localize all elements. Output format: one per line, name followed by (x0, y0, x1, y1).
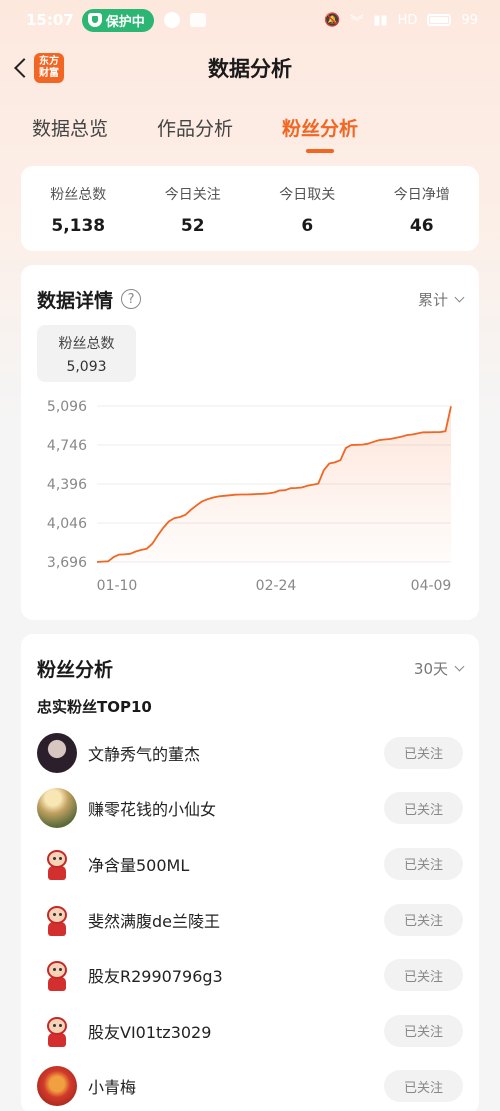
fan-name[interactable]: 斐然满腹de兰陵王 (88, 908, 384, 932)
avatar[interactable] (37, 843, 77, 884)
notification-dot-icon (163, 12, 180, 28)
summary-label: 今日关注 (164, 187, 221, 203)
fan-row[interactable]: 文静秀气的董杰 已关注 (37, 725, 463, 781)
mute-icon: 🔕 (324, 12, 341, 28)
chevron-down-icon (454, 661, 465, 671)
logo-text-bottom: 财富 (39, 68, 59, 79)
y-tick-label: 4,396 (47, 477, 87, 493)
back-arrow-icon[interactable] (10, 52, 32, 84)
summary-total-fans: 粉丝总数 5,138 (21, 166, 136, 251)
status-icons: 🔕 ︾ ▮▮ HD 99 (324, 11, 478, 30)
tab-fans[interactable]: 粉丝分析 (282, 114, 358, 141)
app-logo: 东方 财富 (34, 53, 64, 83)
avatar[interactable] (37, 732, 77, 773)
tab-bar: 数据总览 作品分析 粉丝分析 (0, 96, 500, 158)
battery-icon (427, 14, 452, 26)
clock: 15:07 (26, 11, 74, 29)
followed-button[interactable]: 已关注 (384, 847, 463, 880)
fan-name[interactable]: 股友VI01tz3029 (88, 1019, 384, 1043)
tab-overview[interactable]: 数据总览 (32, 114, 108, 141)
fan-row[interactable]: 小青梅 已关注 (37, 1059, 463, 1111)
period-dropdown[interactable]: 30天 (413, 658, 465, 679)
tab-works[interactable]: 作品分析 (157, 114, 233, 141)
page-title: 数据分析 (208, 57, 292, 81)
fans-title: 粉丝分析 (37, 658, 114, 681)
followed-button[interactable]: 已关注 (384, 1014, 463, 1047)
summary-value: 52 (180, 216, 205, 236)
followed-button[interactable]: 已关注 (384, 959, 463, 992)
fan-row[interactable]: 斐然满腹de兰陵王 已关注 (37, 892, 463, 948)
y-tick-label: 5,096 (47, 399, 87, 415)
y-tick-label: 4,746 (47, 438, 87, 454)
fan-row[interactable]: 股友R2990796g3 已关注 (37, 947, 463, 1003)
chart-tooltip: 粉丝总数 5,093 (37, 325, 136, 382)
protection-label: 保护中 (105, 14, 145, 30)
top-nav: 东方 财富 数据分析 (0, 40, 500, 96)
protection-badge[interactable]: 保护中 (81, 8, 154, 32)
summary-today-follow: 今日关注 52 (136, 166, 251, 251)
summary-value: 5,138 (51, 216, 106, 236)
summary-card: 粉丝总数 5,138 今日关注 52 今日取关 6 今日净增 46 (21, 166, 479, 251)
tooltip-value: 5,093 (66, 359, 107, 375)
x-tick-label: 01-10 (97, 578, 138, 594)
data-detail-card: 5,096 4,746 4,396 4,046 3,696 01-10 02-24 04-09… (21, 265, 479, 620)
app-notification-icon (189, 13, 206, 27)
summary-today-unfollow: 今日取关 6 (250, 166, 365, 251)
fan-name[interactable]: 赚零花钱的小仙女 (88, 796, 384, 820)
signal-icon: ▮▮ (373, 12, 388, 28)
fan-name[interactable]: 小青梅 (88, 1074, 384, 1098)
summary-value: 6 (301, 216, 314, 236)
avatar[interactable] (37, 899, 77, 940)
summary-value: 46 (409, 216, 434, 236)
network-label: HD (397, 12, 418, 28)
avatar[interactable] (37, 955, 77, 996)
x-tick-label: 04-09 (411, 578, 452, 594)
tooltip-label: 粉丝总数 (58, 336, 115, 352)
avatar[interactable] (37, 788, 77, 829)
summary-label: 粉丝总数 (50, 187, 107, 203)
y-tick-label: 3,696 (47, 555, 87, 571)
y-tick-label: 4,046 (47, 516, 87, 532)
summary-label: 今日净增 (393, 187, 450, 203)
logo-text-top: 东方 (39, 56, 59, 67)
followed-button[interactable]: 已关注 (384, 903, 463, 936)
battery-level: 99 (461, 12, 478, 28)
x-tick-label: 02-24 (256, 578, 297, 594)
shield-icon (87, 13, 102, 27)
fans-analysis-card: 粉丝分析 30天 忠实粉丝TOP10 文静秀气的董杰 已关注 赚零花钱的小仙女 已关注… (21, 634, 479, 1111)
status-bar: 15:07 保护中 🔕 ︾ ▮▮ HD 99 (0, 0, 500, 40)
followed-button[interactable]: 已关注 (384, 792, 463, 825)
fans-line-chart: 5,096 4,746 4,396 4,046 3,696 01-10 02-24 04-09 (47, 399, 452, 594)
fan-name[interactable]: 股友R2990796g3 (88, 963, 384, 987)
fan-row[interactable]: 净含量500ML 已关注 (37, 836, 463, 892)
followed-button[interactable]: 已关注 (384, 736, 463, 769)
fans-header: 粉丝分析 30天 (21, 634, 479, 682)
fan-name[interactable]: 文静秀气的董杰 (88, 741, 384, 765)
avatar[interactable] (37, 1066, 77, 1107)
top-fans-subtitle: 忠实粉丝TOP10 (37, 698, 152, 716)
fan-row[interactable]: 赚零花钱的小仙女 已关注 (37, 781, 463, 837)
fan-list: 文静秀气的董杰 已关注 赚零花钱的小仙女 已关注 净含量500ML 已关注 斐然满腹de兰陵… (21, 717, 479, 1111)
fan-name[interactable]: 净含量500ML (88, 852, 384, 876)
fan-row[interactable]: 股友VI01tz3029 已关注 (37, 1003, 463, 1059)
summary-net-gain: 今日净增 46 (365, 166, 480, 251)
wifi-icon: ︾ (350, 14, 364, 30)
dropdown-label: 30天 (413, 659, 448, 678)
followed-button[interactable]: 已关注 (384, 1070, 463, 1103)
summary-label: 今日取关 (279, 187, 336, 203)
avatar[interactable] (37, 1010, 77, 1051)
